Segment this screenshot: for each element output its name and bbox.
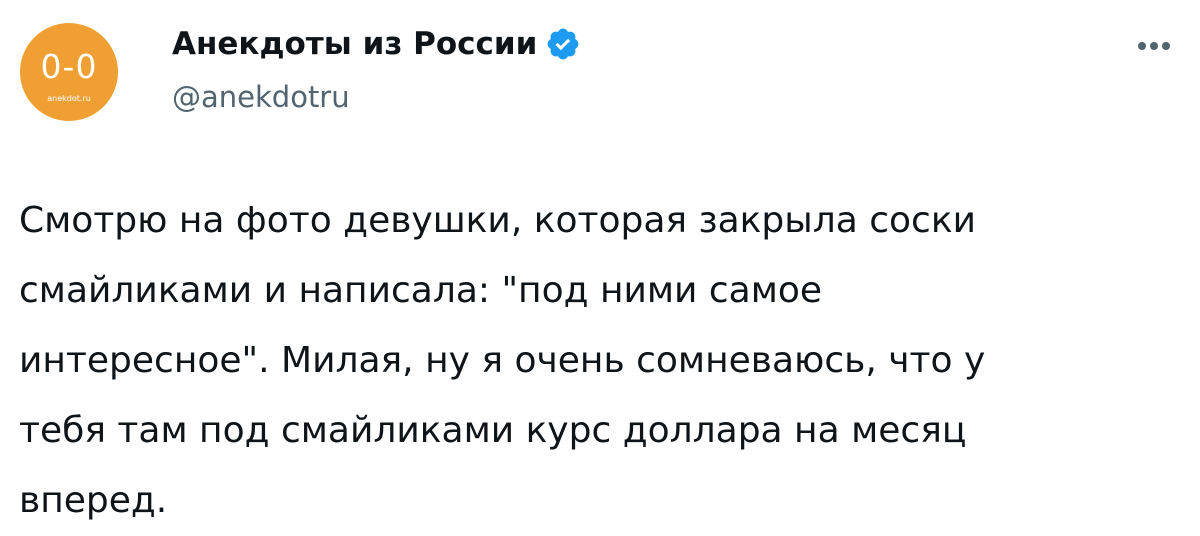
avatar-logo-text: 0-0 [40,47,98,86]
avatar[interactable]: 0-0 anekdot.ru [20,23,118,121]
author-name[interactable]: Анекдоты из России [172,26,537,62]
tweet-text-line: интересное". Милая, ну я очень сомневаюс… [19,340,986,381]
avatar-site-text: anekdot.ru [47,94,91,103]
more-horizontal-icon [1138,42,1170,50]
tweet: 0-0 anekdot.ru Анекдоты из России @anekd… [0,0,1200,534]
tweet-text-line: тебя там под смайликами курс доллара на … [19,410,967,451]
tweet-text-line: Смотрю на фото девушки, которая закрыла … [19,200,976,241]
author-handle[interactable]: @anekdotru [172,80,350,114]
author-row: Анекдоты из России [172,22,581,66]
more-options-button[interactable] [1130,28,1178,64]
tweet-text-line: смайликами и написала: "под ними самое [19,270,823,311]
tweet-text-line: вперед. [19,480,168,521]
verified-badge-icon [545,26,581,62]
tweet-text: Смотрю на фото девушки, которая закрыла … [19,186,1184,536]
